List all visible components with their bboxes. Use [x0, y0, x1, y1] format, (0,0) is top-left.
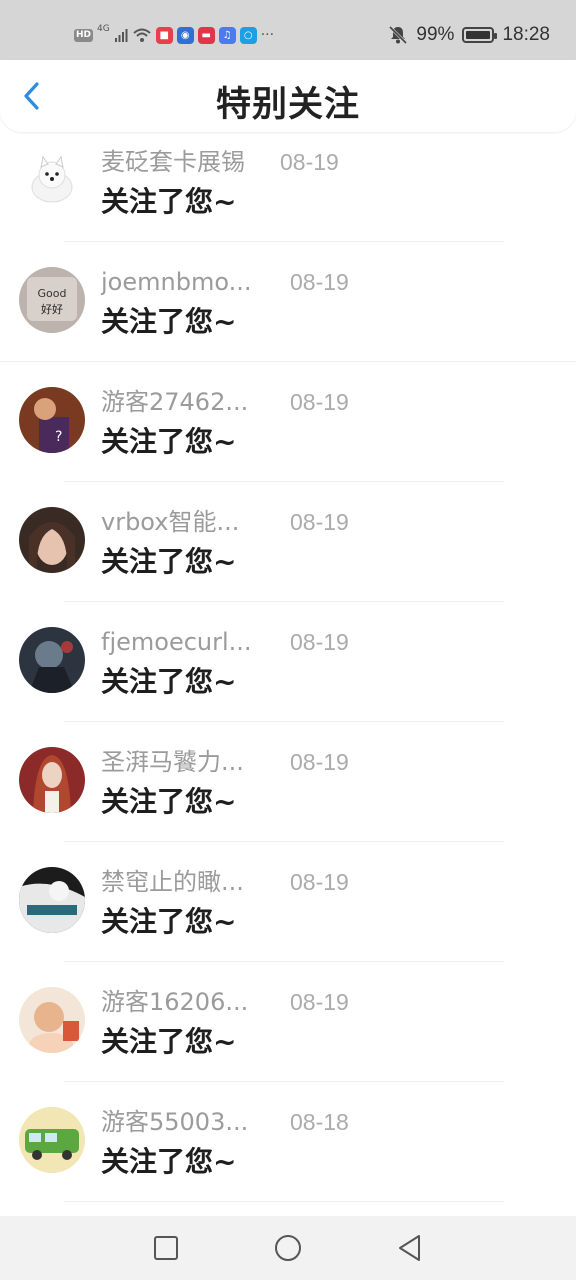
- message: 关注了您~: [101, 1025, 237, 1058]
- date: 08-19: [280, 149, 339, 175]
- avatar[interactable]: [19, 867, 85, 933]
- back-nav-button[interactable]: [395, 1233, 425, 1263]
- date: 08-18: [290, 1109, 349, 1135]
- network-type: 4G: [97, 24, 110, 34]
- list-item[interactable]: 游客55003... 08-18 关注了您~: [0, 1082, 576, 1202]
- mute-bell-icon: [389, 25, 408, 45]
- date: 08-19: [290, 869, 349, 895]
- message: 关注了您~: [101, 305, 237, 338]
- battery-icon: [462, 27, 498, 43]
- avatar[interactable]: [19, 507, 85, 573]
- list-item[interactable]: fjemoecurl... 08-19 关注了您~: [0, 602, 576, 722]
- battery-percent: 99%: [416, 24, 455, 45]
- message: 关注了您~: [101, 785, 237, 818]
- avatar[interactable]: [19, 147, 85, 213]
- date: 08-19: [290, 629, 349, 655]
- date: 08-19: [290, 989, 349, 1015]
- divider: [64, 1201, 504, 1202]
- status-left: HD 4G ■ ◉ ▬ ♫ ○ ···: [74, 24, 274, 46]
- avatar[interactable]: ?: [19, 387, 85, 453]
- list-item[interactable]: ? 游客27462... 08-19 关注了您~: [0, 362, 576, 482]
- user-name[interactable]: 圣湃马饕力...: [101, 747, 271, 777]
- user-name[interactable]: 游客27462...: [101, 387, 271, 417]
- circle-icon: [275, 1235, 301, 1261]
- status-bar: HD 4G ■ ◉ ▬ ♫ ○ ··· 99% 18:28: [0, 0, 576, 60]
- triangle-back-icon: [399, 1235, 420, 1261]
- avatar[interactable]: [19, 987, 85, 1053]
- music-app-icon: ♫: [218, 26, 236, 44]
- avatar[interactable]: [19, 1107, 85, 1173]
- wifi-icon: [133, 28, 151, 42]
- list-item[interactable]: vrbox智能... 08-19 关注了您~: [0, 482, 576, 602]
- avatar[interactable]: [19, 627, 85, 693]
- avatar[interactable]: Good 好好: [19, 267, 85, 333]
- home-button[interactable]: [273, 1233, 303, 1263]
- notification-list: 麦砭套卡展锡 08-19 关注了您~ Good 好好 joemnbmo... 0…: [0, 122, 576, 1202]
- message: 关注了您~: [101, 185, 237, 218]
- page-title: 特别关注: [215, 85, 360, 125]
- wallet-app-icon: ▬: [197, 26, 215, 44]
- more-notifications: ···: [260, 27, 275, 43]
- list-item[interactable]: 圣湃马饕力... 08-19 关注了您~: [0, 722, 576, 842]
- user-name[interactable]: 禁窀止的瞰...: [101, 867, 271, 897]
- user-name[interactable]: 麦砭套卡展锡: [101, 147, 271, 177]
- date: 08-19: [290, 269, 349, 295]
- signal-icon: [114, 29, 128, 42]
- page-header: 特别关注: [0, 60, 576, 132]
- recent-apps-button[interactable]: [151, 1233, 181, 1263]
- user-name[interactable]: 游客55003...: [101, 1107, 271, 1137]
- clock: 18:28: [502, 24, 550, 45]
- user-name[interactable]: fjemoecurl...: [101, 627, 271, 657]
- date: 08-19: [290, 509, 349, 535]
- bulb-app-icon: ◉: [176, 26, 194, 44]
- list-item[interactable]: 麦砭套卡展锡 08-19 关注了您~: [0, 122, 576, 242]
- user-name[interactable]: 游客16206...: [101, 987, 271, 1017]
- system-nav-bar: [0, 1216, 576, 1280]
- message: 关注了您~: [101, 1145, 237, 1178]
- search-app-icon: ○: [239, 26, 257, 44]
- square-icon: [154, 1236, 178, 1260]
- message: 关注了您~: [101, 425, 237, 458]
- message: 关注了您~: [101, 545, 237, 578]
- user-name[interactable]: joemnbmo...: [101, 267, 271, 297]
- svg-text:?: ?: [55, 429, 62, 445]
- status-right: 99% 18:28: [388, 22, 550, 48]
- avatar[interactable]: [19, 747, 85, 813]
- list-item[interactable]: 游客16206... 08-19 关注了您~: [0, 962, 576, 1082]
- red-app-icon: ■: [155, 26, 173, 44]
- message: 关注了您~: [101, 665, 237, 698]
- date: 08-19: [290, 749, 349, 775]
- hd-badge: HD: [74, 28, 94, 42]
- list-item[interactable]: 禁窀止的瞰... 08-19 关注了您~: [0, 842, 576, 962]
- user-name[interactable]: vrbox智能...: [101, 507, 271, 537]
- svg-text:Good: Good: [38, 287, 67, 300]
- list-item[interactable]: Good 好好 joemnbmo... 08-19 关注了您~: [0, 242, 576, 362]
- svg-text:好好: 好好: [41, 302, 63, 316]
- date: 08-19: [290, 389, 349, 415]
- message: 关注了您~: [101, 905, 237, 938]
